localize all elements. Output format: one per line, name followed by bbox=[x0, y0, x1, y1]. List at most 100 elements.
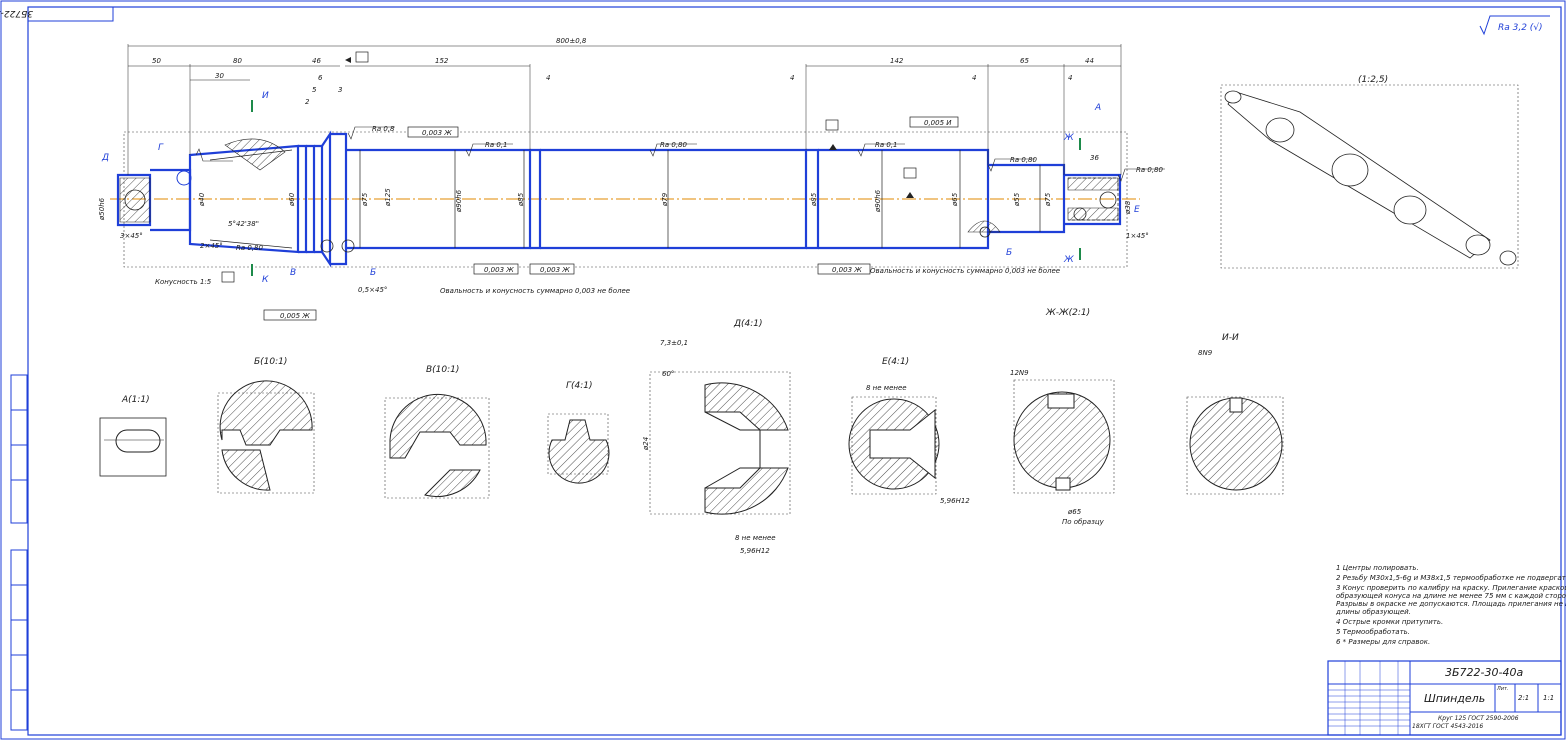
base-letter: Б bbox=[370, 268, 376, 278]
drawing-sheet: 3Б722-30-40а Ra 3,2 (√) bbox=[0, 0, 1566, 740]
base-letter: В bbox=[290, 268, 296, 278]
svg-text:4 Острые кромки притупить.: 4 Острые кромки притупить. bbox=[1336, 618, 1443, 626]
dia-label: ø75 bbox=[361, 192, 369, 207]
svg-text:ø24: ø24 bbox=[642, 437, 650, 451]
title-block: 3Б722-30-40а Шпиндель Лит. 2:1 1:1 Круг … bbox=[1327, 660, 1562, 736]
svg-text:6 * Размеры для справок.: 6 * Размеры для справок. bbox=[1336, 638, 1430, 646]
view-v: В(10:1) bbox=[384, 365, 490, 499]
dim-5: 5 bbox=[312, 86, 317, 94]
chamfer-label: 2×45° bbox=[200, 242, 223, 250]
svg-text:8 не менее: 8 не менее bbox=[735, 534, 776, 542]
dia-label: ø125 bbox=[384, 188, 392, 207]
dia-label: ø90h6 bbox=[455, 189, 463, 213]
svg-text:И-И: И-И bbox=[1222, 333, 1239, 343]
dim-142: 142 bbox=[890, 57, 904, 65]
roughness-label: Ra 0,80 bbox=[660, 141, 688, 149]
svg-text:3 Конус проверить по калибру н: 3 Конус проверить по калибру на краску. … bbox=[1336, 584, 1566, 592]
roughness-label: Ra 0,80 bbox=[1010, 156, 1038, 164]
svg-text:Г(4:1): Г(4:1) bbox=[566, 381, 593, 391]
sheet-frame bbox=[0, 0, 1566, 740]
tolerance-frame: 0,003 Ж bbox=[832, 266, 862, 274]
tolerance-frame: 0,005 И bbox=[924, 119, 952, 127]
dim-2: 2 bbox=[305, 98, 310, 106]
view-ii: И-И 8N9 bbox=[1186, 333, 1284, 495]
angle-label: 5°42'38" bbox=[228, 220, 259, 228]
svg-text:8N9: 8N9 bbox=[1198, 349, 1213, 357]
taper-label: Конусность 1:5 bbox=[155, 278, 212, 286]
technical-notes: 1 Центры полировать. 2 Резьбу М30х1,5-6g… bbox=[1335, 564, 1566, 646]
base-letter: Е bbox=[1134, 205, 1140, 215]
svg-text:Ж-Ж(2:1): Ж-Ж(2:1) bbox=[1045, 308, 1090, 318]
dim-4a: 4 bbox=[546, 74, 550, 82]
title-designation: 3Б722-30-40а bbox=[1445, 666, 1523, 679]
svg-text:Ra 3,2 (√): Ra 3,2 (√) bbox=[1498, 22, 1543, 33]
dia-label: ø75 bbox=[1044, 192, 1052, 207]
svg-text:(1:2,5): (1:2,5) bbox=[1358, 75, 1388, 85]
view-g: Г(4:1) bbox=[547, 381, 610, 484]
base-letter: Д bbox=[101, 153, 109, 163]
svg-text:5,96H12: 5,96H12 bbox=[940, 497, 970, 505]
axis-note-1: Овальность и конусность суммарно 0,003 н… bbox=[440, 287, 630, 295]
title-sheet: 1:1 bbox=[1543, 694, 1554, 702]
dim-4d: 4 bbox=[1068, 74, 1072, 82]
base-letter: Ж bbox=[1063, 255, 1074, 265]
dim-4c: 4 bbox=[972, 74, 976, 82]
svg-text:8 не менее: 8 не менее bbox=[866, 384, 907, 392]
dim-4b: 4 bbox=[790, 74, 794, 82]
svg-text:длины образующей.: длины образующей. bbox=[1335, 608, 1411, 616]
dia-label: ø38 bbox=[1124, 200, 1132, 215]
svg-text:ø65: ø65 bbox=[1067, 508, 1082, 516]
base-letter: И bbox=[262, 91, 269, 101]
dia-label: ø90h6 bbox=[874, 189, 882, 213]
svg-text:60°: 60° bbox=[662, 370, 674, 378]
tolerance-frame: 0,003 Ж bbox=[484, 266, 514, 274]
svg-text:2 Резьбу М30х1,5-6g и М38х1,5: 2 Резьбу М30х1,5-6g и М38х1,5 термообраб… bbox=[1336, 574, 1566, 582]
roughness-label: Ra 0,1 bbox=[485, 141, 508, 149]
stamp-top-left: 3Б722-30-40а bbox=[0, 8, 33, 18]
roughness-label: Ra 0,80 bbox=[236, 244, 264, 252]
title-material-1: 18ХГТ ГОСТ 4543-2016 bbox=[1412, 723, 1483, 730]
iso-view: (1:2,5) bbox=[1220, 75, 1519, 269]
svg-text:5 Термообработать.: 5 Термообработать. bbox=[1336, 628, 1410, 636]
view-a: А(1:1) bbox=[99, 395, 167, 477]
dim-80: 80 bbox=[233, 57, 242, 65]
dim-44: 44 bbox=[1085, 57, 1094, 65]
dia-label: ø85 bbox=[517, 192, 525, 207]
dia-label: ø55 bbox=[1013, 192, 1021, 207]
view-b: Б(10:1) bbox=[217, 357, 315, 494]
title-material-2: Круг 125 ГОСТ 2590-2006 bbox=[1438, 715, 1519, 722]
main-view: 800±0,8 50 80 30 46 152 4 142 4 65 44 4 … bbox=[98, 37, 1165, 321]
dim-3: 3 bbox=[338, 86, 342, 94]
svg-text:Е(4:1): Е(4:1) bbox=[882, 357, 909, 367]
dia-label: ø79 bbox=[661, 192, 669, 207]
svg-text:В(10:1): В(10:1) bbox=[426, 365, 459, 375]
roughness-label: Ra 0,8 bbox=[372, 125, 395, 133]
svg-text:По образцу: По образцу bbox=[1062, 518, 1105, 526]
dim-152: 152 bbox=[435, 57, 449, 65]
svg-text:5,96H12: 5,96H12 bbox=[740, 547, 770, 555]
tolerance-frame: 0,003 Ж bbox=[422, 129, 452, 137]
dim-36: 36 bbox=[1090, 154, 1099, 162]
base-letter: Г bbox=[158, 143, 164, 153]
base-letter: К bbox=[262, 275, 269, 285]
dia-label: ø60 bbox=[288, 192, 296, 207]
dim-50: 50 bbox=[152, 57, 161, 65]
title-stage: Лит. bbox=[1496, 686, 1509, 692]
view-zh: Ж-Ж(2:1) 12N9 ø65 По образцу bbox=[1010, 308, 1115, 526]
roughness-label: Ra 0,1 bbox=[875, 141, 898, 149]
view-d: Д(4:1) 7,3±0,1 60° ø24 8 не менее 5,96H1… bbox=[642, 319, 791, 555]
view-e: Е(4:1) 8 не менее 5,96H12 bbox=[848, 357, 970, 505]
dim-30: 30 bbox=[215, 72, 224, 80]
tolerance-frame: 0,003 Ж bbox=[540, 266, 570, 274]
dia-label: ø40 bbox=[198, 192, 206, 207]
base-letter: Б bbox=[1006, 248, 1012, 258]
svg-text:7,3±0,1: 7,3±0,1 bbox=[660, 339, 688, 347]
svg-text:1 Центры полировать.: 1 Центры полировать. bbox=[1336, 564, 1419, 572]
chamfer-label: 0,5×45° bbox=[358, 286, 387, 294]
dia-label: ø85 bbox=[810, 192, 818, 207]
base-letter: А bbox=[1094, 103, 1101, 113]
dia-label: ø65 bbox=[951, 192, 959, 207]
svg-text:Д(4:1): Д(4:1) bbox=[733, 319, 763, 329]
svg-text:образующей конуса на длине не: образующей конуса на длине не менее 75 м… bbox=[1336, 592, 1566, 600]
svg-text:12N9: 12N9 bbox=[1010, 369, 1029, 377]
